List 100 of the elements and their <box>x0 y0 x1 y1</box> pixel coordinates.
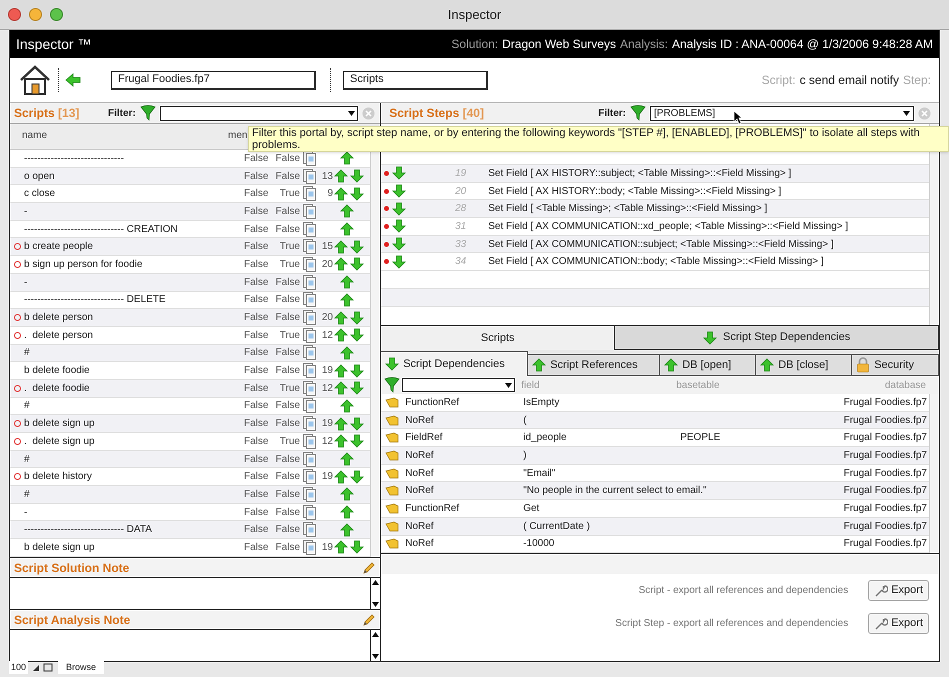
back-arrow-icon[interactable] <box>65 73 81 87</box>
up-arrow-icon[interactable] <box>340 222 354 236</box>
up-arrow-icon[interactable] <box>334 186 348 201</box>
down-arrow-icon[interactable] <box>392 237 406 252</box>
script-row[interactable]: ------------------------------ CREATION False False <box>10 220 370 238</box>
copy-icon[interactable] <box>303 469 317 484</box>
down-arrow-icon[interactable] <box>350 434 364 448</box>
down-arrow-icon[interactable] <box>703 330 718 344</box>
copy-icon[interactable] <box>303 186 317 202</box>
scroll-down-icon[interactable] <box>372 602 380 607</box>
up-arrow-icon[interactable] <box>532 358 546 372</box>
down-arrow-icon[interactable] <box>350 470 364 484</box>
up-arrow-icon[interactable] <box>334 364 348 378</box>
script-row[interactable]: o open False False 13 <box>10 168 370 186</box>
script-row[interactable]: # False False <box>10 486 370 504</box>
tab[interactable]: DB [open] <box>660 354 756 376</box>
step-row[interactable]: 19 Set Field [ AX HISTORY::subject; <Table Missing>::<Field Missing> ] <box>381 165 929 183</box>
scrollbar[interactable] <box>370 630 380 661</box>
down-arrow-icon[interactable] <box>350 257 364 272</box>
scroll-up-icon[interactable] <box>372 580 380 585</box>
pencil-icon[interactable] <box>362 560 376 574</box>
home-icon[interactable] <box>18 63 52 97</box>
up-arrow-icon[interactable] <box>334 416 348 431</box>
dependency-row[interactable]: NoRef ( Frugal Foodies.fp7 <box>381 412 929 430</box>
copy-icon[interactable] <box>303 345 317 360</box>
scrollbar[interactable] <box>370 578 380 609</box>
export-button[interactable]: Export <box>868 613 929 634</box>
file-field[interactable]: Frugal Foodies.fp7 <box>111 70 316 90</box>
down-arrow-icon[interactable] <box>350 240 364 254</box>
up-arrow-icon[interactable] <box>664 358 678 372</box>
step-row[interactable]: 34 Set Field [ AX COMMUNICATION::body; <Table Missing>::<Field Missing> ] <box>381 253 929 272</box>
copy-icon[interactable] <box>303 434 317 449</box>
step-row[interactable]: 31 Set Field [ AX COMMUNICATION::xd_people; <Table Missing>::<Field Missing> ] <box>381 218 929 236</box>
script-row[interactable]: b create people False True 15 <box>10 238 370 256</box>
down-arrow-icon[interactable] <box>392 202 406 216</box>
down-arrow-icon[interactable] <box>350 364 364 378</box>
copy-icon[interactable] <box>303 522 317 538</box>
script-row[interactable]: . delete foodie False True 12 <box>10 380 370 398</box>
scroll-down-icon[interactable] <box>372 654 380 659</box>
up-arrow-icon[interactable] <box>340 151 354 166</box>
down-arrow-icon[interactable] <box>350 416 364 431</box>
down-arrow-icon[interactable] <box>392 219 406 234</box>
script-row[interactable]: b delete sign up False False 19 <box>10 415 370 433</box>
down-arrow-icon[interactable] <box>350 540 364 554</box>
script-row[interactable]: b delete history False False 19 <box>10 468 370 486</box>
copy-icon[interactable] <box>303 274 317 290</box>
down-arrow-icon[interactable] <box>350 310 364 325</box>
script-row[interactable]: . delete sign up False True 12 <box>10 433 370 451</box>
copy-icon[interactable] <box>303 363 317 378</box>
up-arrow-icon[interactable] <box>334 470 348 484</box>
copy-icon[interactable] <box>303 486 317 502</box>
dependency-row[interactable]: NoRef ) Frugal Foodies.fp7 <box>381 447 929 465</box>
minimize-icon[interactable] <box>29 8 42 21</box>
up-arrow-icon[interactable] <box>340 204 354 218</box>
script-row[interactable]: - False False <box>10 504 370 522</box>
tab[interactable]: Script Step Dependencies <box>615 326 939 350</box>
filter-field[interactable] <box>402 378 516 392</box>
script-row[interactable]: c close False True 9 <box>10 185 370 204</box>
up-arrow-icon[interactable] <box>340 398 354 413</box>
script-row[interactable]: . delete person False True 12 <box>10 326 370 345</box>
copy-icon[interactable] <box>303 452 317 467</box>
script-row[interactable]: # False False <box>10 398 370 416</box>
up-arrow-icon[interactable] <box>334 169 348 184</box>
script-row[interactable]: b delete foodie False False 19 <box>10 362 370 380</box>
copy-icon[interactable] <box>303 398 317 414</box>
copy-icon[interactable] <box>303 222 317 237</box>
up-arrow-icon[interactable] <box>340 346 354 360</box>
up-arrow-icon[interactable] <box>334 381 348 396</box>
down-arrow-icon[interactable] <box>350 381 364 396</box>
tab[interactable]: Script References <box>528 354 660 376</box>
up-arrow-icon[interactable] <box>340 505 354 520</box>
up-arrow-icon[interactable] <box>340 522 354 537</box>
script-row[interactable]: b sign up person for foodie False True 20 <box>10 256 370 274</box>
copy-icon[interactable] <box>303 328 317 343</box>
down-arrow-icon[interactable] <box>350 186 364 201</box>
down-arrow-icon[interactable] <box>392 254 406 269</box>
down-arrow-icon[interactable] <box>350 328 364 342</box>
up-arrow-icon[interactable] <box>334 540 348 554</box>
pencil-icon[interactable] <box>362 612 376 626</box>
script-row[interactable]: # False False <box>10 344 370 362</box>
script-row[interactable]: - False False <box>10 274 370 292</box>
up-arrow-icon[interactable] <box>334 310 348 325</box>
export-button[interactable]: Export <box>868 580 929 602</box>
tab[interactable]: Security <box>852 354 939 376</box>
up-arrow-icon[interactable] <box>760 358 774 372</box>
dependency-row[interactable]: NoRef -10000 Frugal Foodies.fp7 <box>381 536 929 554</box>
copy-icon[interactable] <box>303 204 317 219</box>
zoom-icon[interactable] <box>50 8 63 21</box>
down-arrow-icon[interactable] <box>392 166 406 180</box>
copy-icon[interactable] <box>303 310 317 326</box>
copy-icon[interactable] <box>303 256 317 272</box>
copy-icon[interactable] <box>303 292 317 308</box>
filter-field[interactable] <box>160 106 358 120</box>
step-row[interactable]: 20 Set Field [ AX HISTORY::body; <Table Missing>::<Field Missing> ] <box>381 182 929 200</box>
up-arrow-icon[interactable] <box>340 487 354 502</box>
down-arrow-icon[interactable] <box>392 184 406 198</box>
up-arrow-icon[interactable] <box>334 240 348 254</box>
up-arrow-icon[interactable] <box>334 257 348 272</box>
copy-icon[interactable] <box>303 540 317 555</box>
step-row[interactable]: 28 Set Field [ <Table Missing>; <Table Missing>::<Field Missing> ] <box>381 200 929 218</box>
